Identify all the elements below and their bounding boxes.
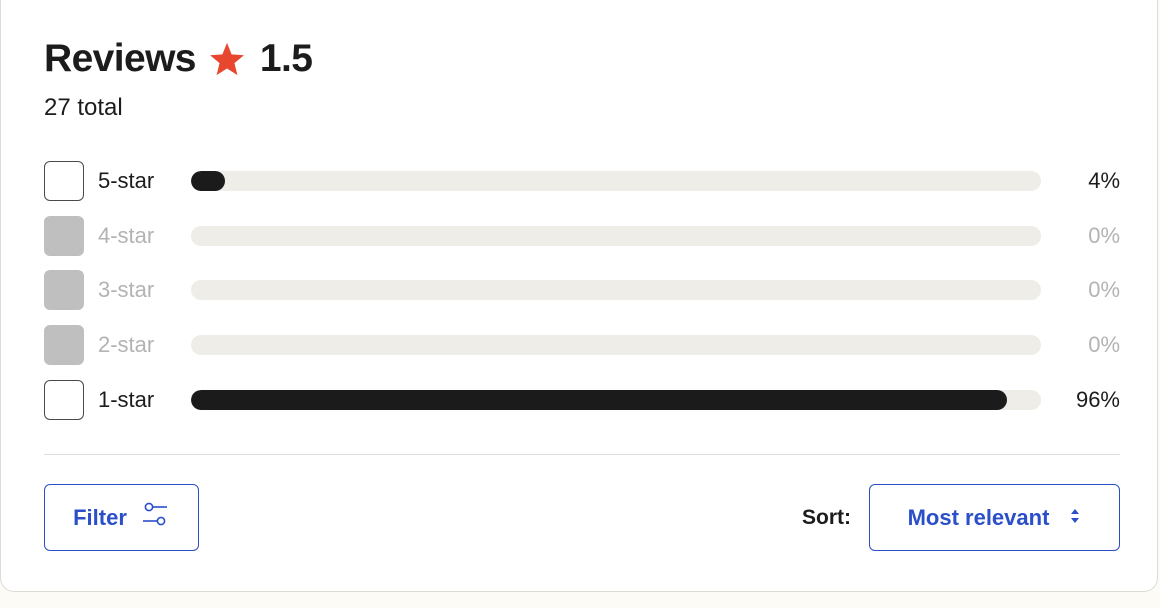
rating-row-4: 4-star 0%	[44, 216, 1120, 256]
rating-label: 5-star	[98, 168, 155, 193]
average-rating: 1.5	[259, 37, 313, 80]
checkbox-2-star	[44, 325, 84, 365]
rating-percent: 96%	[1075, 387, 1120, 412]
rating-bar-fill	[191, 171, 225, 191]
rating-percent: 0%	[1088, 332, 1120, 357]
checkbox-1-star[interactable]	[44, 380, 84, 420]
checkbox-5-star[interactable]	[44, 161, 84, 201]
sort-dropdown[interactable]: Most relevant	[869, 484, 1120, 551]
filter-label: Filter	[73, 504, 127, 530]
rating-bar-track	[191, 171, 1041, 191]
rating-percent: 0%	[1088, 223, 1120, 248]
rating-label: 3-star	[98, 277, 155, 302]
rating-row-5: 5-star 4%	[44, 161, 1120, 201]
sort-value: Most relevant	[907, 504, 1050, 530]
rating-label: 4-star	[98, 223, 155, 248]
rating-row-3: 3-star 0%	[44, 270, 1120, 310]
rating-bar-fill	[191, 390, 1007, 410]
sort-label: Sort:	[802, 506, 851, 529]
rating-label: 2-star	[98, 332, 155, 357]
up-down-arrows-icon	[1069, 505, 1081, 531]
rating-row-2: 2-star 0%	[44, 325, 1120, 365]
divider	[44, 454, 1120, 455]
rating-bar-track	[191, 280, 1041, 300]
filter-button[interactable]: Filter	[44, 484, 199, 551]
filter-sliders-icon	[140, 500, 170, 536]
rating-percent: 0%	[1088, 277, 1120, 302]
reviews-heading: Reviews 1.5	[44, 36, 313, 82]
reviews-card: Reviews 1.5 27 total 5-star 4% 4-star 0%…	[0, 0, 1158, 592]
rating-label: 1-star	[98, 387, 155, 412]
rating-row-1: 1-star 96%	[44, 380, 1120, 420]
rating-bar-track	[191, 226, 1041, 246]
checkbox-3-star	[44, 270, 84, 310]
rating-bar-track	[191, 335, 1041, 355]
rating-bar-track	[191, 390, 1041, 410]
checkbox-4-star	[44, 216, 84, 256]
rating-percent: 4%	[1088, 168, 1120, 193]
star-icon	[208, 40, 246, 78]
reviews-title: Reviews	[44, 37, 197, 80]
review-count: 27 total	[44, 94, 123, 121]
